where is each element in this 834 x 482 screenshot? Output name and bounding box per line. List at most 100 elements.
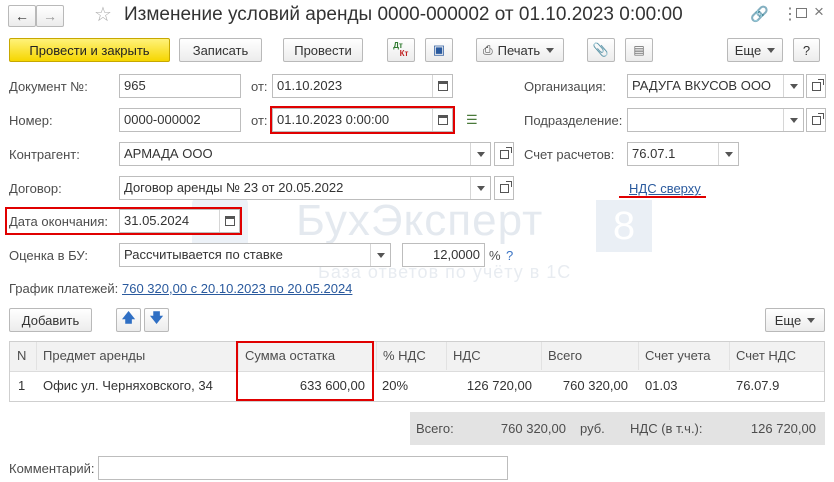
open-icon (499, 146, 512, 159)
open-contract-button[interactable] (494, 176, 514, 200)
chevron-down-icon[interactable] (370, 244, 390, 266)
post-button[interactable]: Провести (283, 38, 363, 62)
col-header-n[interactable]: N (10, 342, 26, 370)
rate-input[interactable]: 12,0000 (402, 243, 485, 267)
move-up-button[interactable]: 🡅 (116, 308, 141, 332)
number-input[interactable]: 0000-000002 (119, 108, 241, 132)
report-icon: ▤ (633, 43, 645, 57)
rate-unit: % (489, 248, 501, 263)
total-value: 760 320,00 (500, 421, 566, 436)
number-label: Номер: (9, 113, 53, 128)
col-header-total[interactable]: Всего (541, 342, 582, 370)
doc-date-label: от: (251, 79, 268, 94)
link-icon[interactable]: 🔗 (750, 5, 769, 23)
printer-icon: ⎙ (483, 42, 493, 57)
account-value: 76.07.1 (632, 146, 676, 161)
rate-value: 12,0000 (433, 247, 480, 262)
structure-icon: ▣ (432, 42, 446, 57)
arrow-up-icon: 🡅 (121, 310, 136, 325)
account-input[interactable]: 76.07.1 (627, 142, 739, 166)
total-currency: руб. (580, 421, 605, 436)
back-arrow-icon: ← (15, 8, 29, 24)
chevron-down-icon (807, 317, 816, 323)
doc-no-input[interactable]: 965 (119, 74, 241, 98)
doc-no-label: Документ №: (9, 79, 88, 94)
open-icon (811, 78, 824, 91)
report-button[interactable]: ▤ (625, 38, 653, 62)
contractor-input[interactable]: АРМАДА ООО (119, 142, 491, 166)
rate-help-icon[interactable]: ? (506, 248, 513, 263)
post-and-close-button[interactable]: Провести и закрыть (9, 38, 170, 62)
open-contractor-button[interactable] (494, 142, 514, 166)
list-edit-icon[interactable]: ☰ (466, 112, 478, 128)
chevron-down-icon (767, 47, 776, 53)
comment-input[interactable] (98, 456, 508, 480)
open-organization-button[interactable] (806, 74, 826, 98)
back-button[interactable]: ← (8, 5, 36, 27)
contractor-label: Контрагент: (9, 147, 80, 162)
move-down-button[interactable]: 🡇 (144, 308, 169, 332)
chevron-down-icon[interactable] (718, 143, 738, 165)
dtkt-button[interactable]: Дт Кт (387, 38, 415, 62)
doc-date-input[interactable]: 01.10.2023 (272, 74, 453, 98)
structure-button[interactable]: ▣ (425, 38, 453, 62)
chevron-down-icon[interactable] (783, 109, 803, 131)
close-icon[interactable]: × (814, 2, 824, 22)
vat-total-value: 126 720,00 (750, 421, 816, 436)
chevron-down-icon (546, 47, 555, 53)
contract-input[interactable]: Договор аренды № 23 от 20.05.2022 (119, 176, 491, 200)
add-row-button[interactable]: Добавить (9, 308, 92, 332)
valuation-select[interactable]: Рассчитывается по ставке (119, 243, 391, 267)
calendar-icon[interactable] (219, 210, 239, 232)
department-label: Подразделение: (524, 113, 623, 128)
doc-date-value: 01.10.2023 (277, 78, 343, 93)
schedule-link[interactable]: 760 320,00 с 20.10.2023 по 20.05.2024 (122, 281, 352, 296)
contract-value: Договор аренды № 23 от 20.05.2022 (124, 180, 344, 195)
department-input[interactable] (627, 108, 804, 132)
col-header-account[interactable]: Счет учета (638, 342, 711, 370)
favorite-star-icon[interactable]: ☆ (94, 2, 112, 27)
print-button[interactable]: ⎙ Печать (476, 38, 564, 62)
organization-input[interactable]: РАДУГА ВКУСОВ ООО (627, 74, 804, 98)
organization-value: РАДУГА ВКУСОВ ООО (632, 78, 772, 93)
col-header-vat[interactable]: НДС (446, 342, 481, 370)
open-icon (811, 112, 824, 125)
forward-button[interactable]: → (36, 5, 64, 27)
row-vat-account: 76.07.9 (736, 378, 780, 393)
row-n: 1 (18, 378, 26, 393)
number-datetime-input[interactable]: 01.10.2023 0:00:00 (272, 108, 453, 132)
valuation-label: Оценка в БУ: (9, 248, 88, 263)
account-label: Счет расчетов: (524, 147, 615, 162)
total-label: Всего: (416, 421, 454, 436)
print-label: Печать (497, 42, 541, 58)
help-button[interactable]: ? (793, 38, 820, 62)
contractor-value: АРМАДА ООО (124, 146, 213, 161)
maximize-icon[interactable] (796, 8, 807, 18)
col-header-balance[interactable]: Сумма остатка (238, 342, 335, 370)
open-department-button[interactable] (806, 108, 826, 132)
end-date-input[interactable]: 31.05.2024 (119, 209, 240, 233)
window-title: Изменение условий аренды 0000-000002 от … (124, 4, 683, 25)
vat-total-label: НДС (в т.ч.): (630, 421, 703, 436)
table-more-button[interactable]: Еще (765, 308, 825, 332)
more-button[interactable]: Еще (727, 38, 783, 62)
attach-button[interactable]: 📎 (587, 38, 615, 62)
row-vat-rate: 20% (382, 378, 409, 393)
valuation-value: Рассчитывается по ставке (124, 247, 283, 262)
calendar-icon[interactable] (432, 75, 452, 97)
number-date-label: от: (251, 113, 268, 128)
chevron-down-icon[interactable] (470, 177, 490, 199)
vat-link-underline-highlight (619, 196, 706, 198)
col-header-item[interactable]: Предмет аренды (36, 342, 145, 370)
end-date-label: Дата окончания: (9, 214, 108, 229)
watermark-badge: 8 (596, 200, 652, 252)
save-button[interactable]: Записать (179, 38, 262, 62)
col-header-vat-account[interactable]: Счет НДС (729, 342, 796, 370)
calendar-icon[interactable] (432, 109, 452, 131)
row-balance: 633 600,00 (299, 378, 365, 393)
col-header-vat-rate[interactable]: % НДС (376, 342, 426, 370)
chevron-down-icon[interactable] (783, 75, 803, 97)
vat-on-top-link[interactable]: НДС сверху (629, 181, 701, 196)
row-account: 01.03 (645, 378, 678, 393)
chevron-down-icon[interactable] (470, 143, 490, 165)
